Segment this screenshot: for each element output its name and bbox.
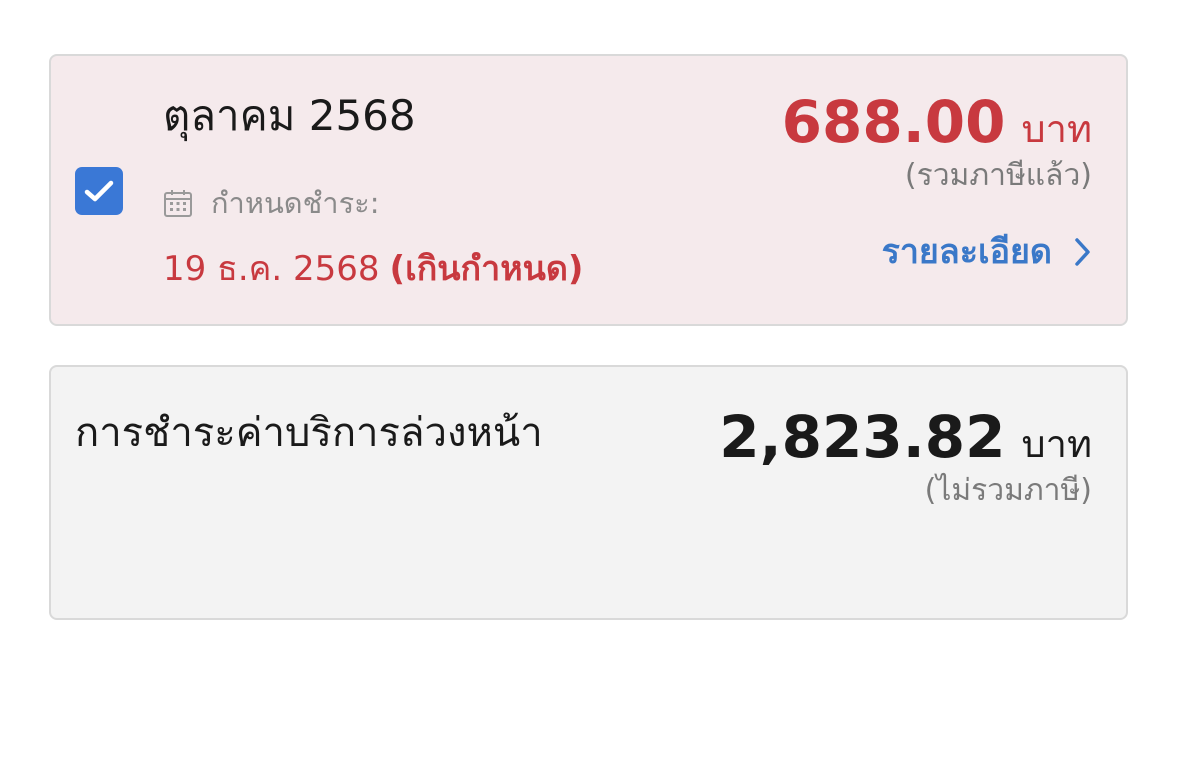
advance-currency-unit: บาท bbox=[1021, 422, 1092, 466]
due-date-label-row: กำหนดชำระ: bbox=[163, 183, 380, 223]
calendar-icon bbox=[164, 190, 192, 217]
due-label: กำหนดชำระ: bbox=[211, 186, 380, 220]
due-date-row: 19 ธ.ค. 2568 (เกินกำหนด) bbox=[163, 246, 583, 292]
bill-select-checkbox[interactable] bbox=[75, 167, 123, 215]
advance-amount-row: 2,823.82 บาท bbox=[719, 401, 1092, 474]
bill-amount-row: 688.00 บาท bbox=[782, 86, 1092, 159]
advance-tax-note: (ไม่รวมภาษี) bbox=[924, 473, 1092, 508]
advance-payment-card: การชำระค่าบริการล่วงหน้า 2,823.82 บาท (ไ… bbox=[49, 365, 1128, 620]
bill-amount: 688.00 bbox=[781, 88, 1006, 156]
advance-payment-title: การชำระค่าบริการล่วงหน้า bbox=[75, 410, 543, 456]
details-link[interactable]: รายละเอียด bbox=[882, 228, 1092, 276]
details-label: รายละเอียด bbox=[881, 232, 1052, 272]
bill-card[interactable]: ตุลาคม 2568 กำหนดชำระ: 19 ธ.ค. 2568 (เกิน… bbox=[49, 54, 1128, 326]
bill-currency-unit: บาท bbox=[1021, 107, 1092, 151]
advance-amount: 2,823.82 bbox=[719, 403, 1006, 471]
bill-month-title: ตุลาคม 2568 bbox=[163, 91, 416, 140]
checkmark-icon bbox=[84, 180, 114, 202]
overdue-badge: (เกินกำหนด) bbox=[389, 249, 584, 289]
bill-tax-note: (รวมภาษีแล้ว) bbox=[904, 158, 1092, 193]
due-date: 19 ธ.ค. 2568 bbox=[163, 249, 380, 289]
chevron-right-icon bbox=[1075, 238, 1090, 266]
